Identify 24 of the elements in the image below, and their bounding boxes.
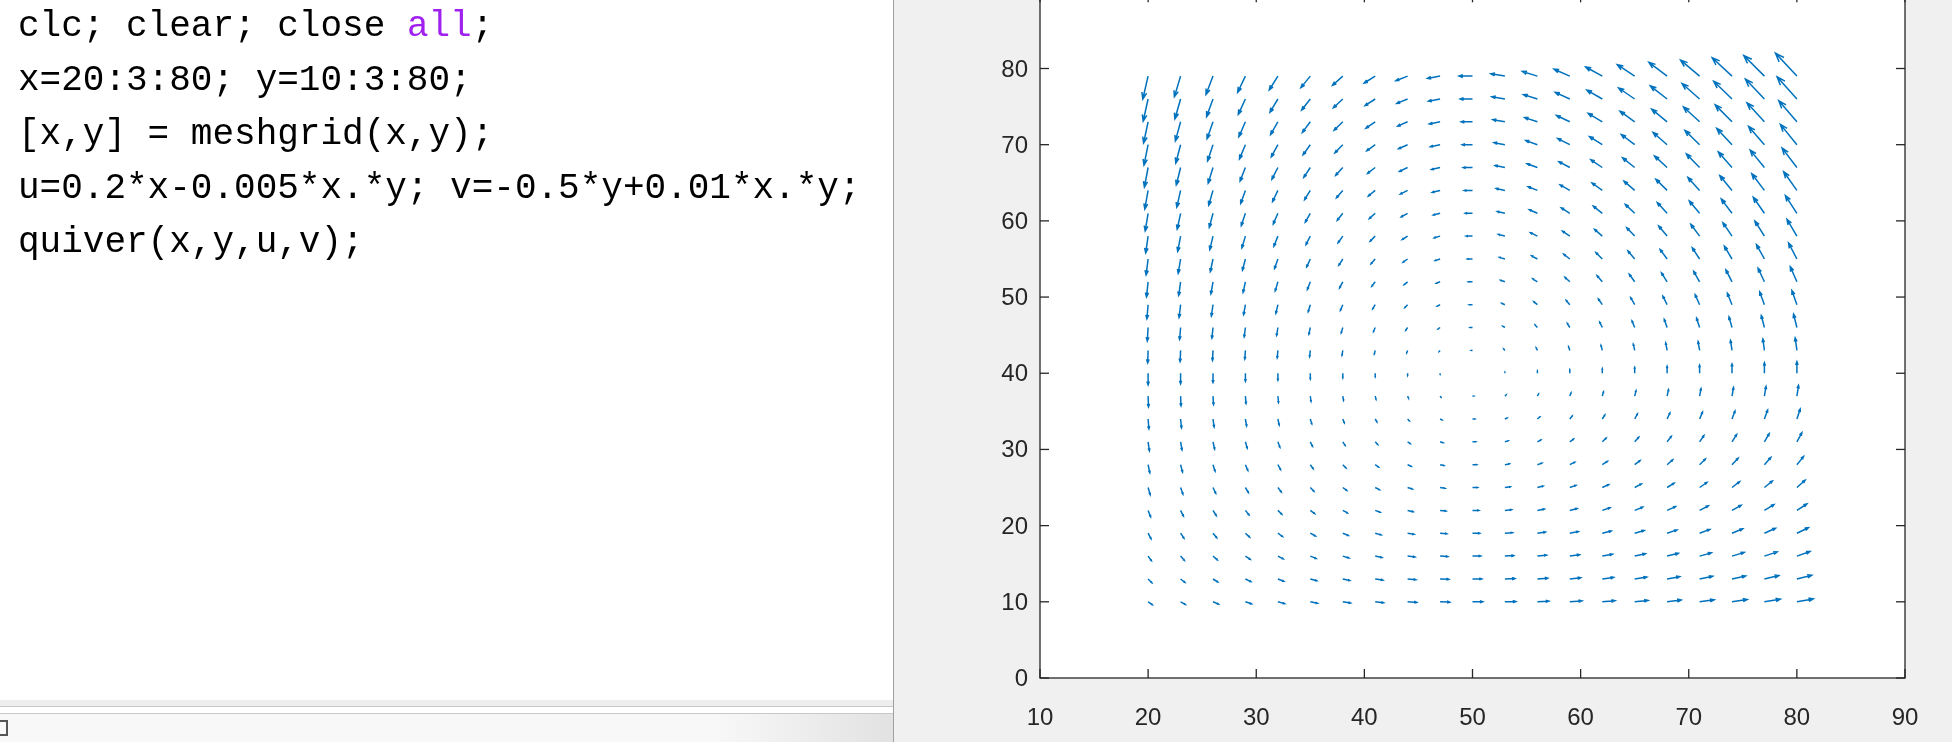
code-line: u=0.2*x-0.005*x.*y; v=-0.5*y+0.01*x.*y; [18,167,861,211]
y-tick-label: 80 [1001,54,1028,82]
code-line: clc; clear; close all; [18,5,494,49]
splitter-bar[interactable] [0,700,893,707]
y-tick-label: 50 [1001,283,1028,311]
x-tick-label: 40 [1351,703,1378,730]
x-tick-label: 30 [1242,703,1270,730]
x-tick-label: 20 [1134,703,1162,730]
code-line: quiver(x,y,u,v); [18,221,364,265]
x-tick-label: 90 [1891,703,1919,730]
x-tick-label: 80 [1783,703,1811,730]
x-tick-label: 10 [1026,703,1054,730]
code-line: x=20:3:80; y=10:3:80; [18,59,472,103]
y-tick-label: 30 [1001,435,1028,463]
y-tick-label: 20 [1001,511,1028,539]
y-tick-label: 0 [1014,664,1028,691]
code-line: [x,y] = meshgrid(x,y); [18,113,494,157]
y-tick-label: 70 [1001,130,1028,158]
y-tick-label: 60 [1001,206,1028,234]
x-tick-label: 70 [1675,703,1703,730]
y-tick-label: 10 [1001,587,1028,615]
x-tick-label: 60 [1567,703,1594,730]
y-tick-label: 40 [1001,359,1028,387]
x-tick-label: 50 [1459,703,1486,730]
